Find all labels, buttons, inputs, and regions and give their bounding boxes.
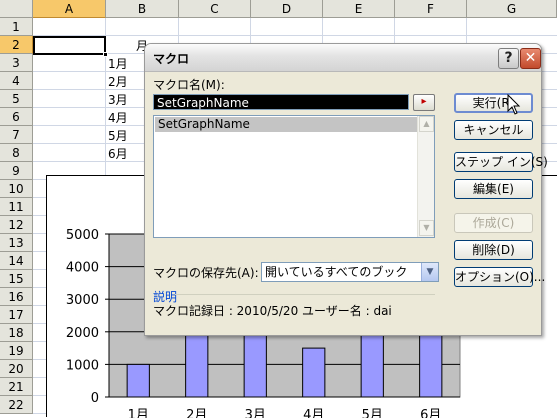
help-button[interactable]: ? (498, 48, 519, 69)
delete-button[interactable]: 削除(D) (454, 240, 533, 260)
macro-name-input[interactable]: SetGraphName (153, 94, 409, 110)
bar (419, 331, 443, 398)
mouse-pointer-icon (507, 94, 521, 115)
bar (302, 347, 326, 398)
close-button[interactable]: ✕ (520, 48, 541, 69)
store-location-select[interactable]: 開いているすべてのブック ▼ (261, 262, 439, 282)
row-header[interactable]: 6 (0, 108, 33, 126)
macro-dialog: マクロ ? ✕ マクロ名(M): SetGraphName ▸ SetGraph… (144, 43, 548, 336)
cancel-button[interactable]: キャンセル (454, 120, 533, 140)
cell-b5[interactable]: 3月 (108, 91, 128, 109)
row-header[interactable]: 20 (0, 360, 33, 378)
select-all-corner[interactable] (0, 0, 33, 18)
active-cell-a2[interactable] (33, 36, 108, 57)
store-location-value: 開いているすべてのブック (265, 265, 408, 279)
column-header-a[interactable]: A (33, 0, 106, 18)
description-text: マクロ記録日 : 2010/5/20 ユーザー名 : dai (153, 304, 392, 318)
macro-name-label: マクロ名(M): (153, 78, 225, 92)
column-header-f[interactable]: F (395, 0, 467, 18)
row-header[interactable]: 2 (0, 36, 33, 54)
cell-b8[interactable]: 6月 (108, 145, 128, 163)
cell-b6[interactable]: 4月 (108, 109, 128, 127)
bar (185, 331, 209, 398)
dialog-titlebar[interactable]: マクロ ? ✕ (145, 44, 541, 72)
options-button[interactable]: オプション(O)... (454, 267, 545, 287)
y-tick-label: 5000 (66, 228, 99, 243)
collapse-dialog-icon[interactable]: ▸ (413, 94, 435, 111)
y-tick-label: 0 (91, 391, 99, 406)
row-header[interactable]: 4 (0, 72, 33, 90)
row-header[interactable]: 11 (0, 198, 33, 216)
store-location-label: マクロの保存先(A): (153, 266, 259, 280)
row-header[interactable]: 9 (0, 162, 33, 180)
cell-b3[interactable]: 1月 (108, 55, 128, 73)
run-button[interactable]: 実行(R) (454, 93, 533, 113)
bar (126, 363, 150, 398)
row-header[interactable]: 5 (0, 90, 33, 108)
description-divider (175, 294, 435, 295)
row-header[interactable]: 7 (0, 126, 33, 144)
row-header[interactable]: 3 (0, 54, 33, 72)
row-header[interactable]: 1 (0, 18, 33, 36)
dialog-title: マクロ (153, 52, 190, 66)
row-header[interactable]: 16 (0, 288, 33, 306)
create-button[interactable]: 作成(C) (454, 213, 533, 233)
step-in-button[interactable]: ステップ イン(S) (454, 152, 548, 172)
chevron-down-icon[interactable]: ▼ (421, 263, 438, 281)
macro-list-item[interactable]: SetGraphName (155, 117, 417, 132)
bar (360, 331, 384, 398)
y-tick-label: 2000 (66, 326, 99, 341)
macro-list-scrollbar[interactable]: ▲ ▼ (417, 116, 434, 237)
y-tick-label: 1000 (66, 358, 99, 373)
row-header[interactable]: 12 (0, 216, 33, 234)
row-header[interactable]: 15 (0, 270, 33, 288)
y-tick-label: 3000 (66, 293, 99, 308)
bar (243, 331, 267, 398)
macro-list[interactable]: SetGraphName ▲ ▼ (153, 115, 435, 238)
edit-button[interactable]: 編集(E) (454, 179, 533, 199)
column-header-g[interactable]: G (467, 0, 557, 18)
row-header[interactable]: 22 (0, 396, 33, 414)
scroll-up-icon[interactable]: ▲ (419, 116, 434, 132)
row-header[interactable]: 19 (0, 342, 33, 360)
row-header[interactable]: 17 (0, 306, 33, 324)
row-header[interactable]: 13 (0, 234, 33, 252)
scroll-down-icon[interactable]: ▼ (419, 220, 434, 236)
cell-b7[interactable]: 5月 (108, 127, 128, 145)
cell-b4[interactable]: 2月 (108, 73, 128, 91)
column-header-d[interactable]: D (251, 0, 323, 18)
row-header[interactable]: 10 (0, 180, 33, 198)
row-header[interactable]: 21 (0, 378, 33, 396)
column-header-b[interactable]: B (106, 0, 179, 18)
column-header-e[interactable]: E (323, 0, 395, 18)
y-tick-label: 4000 (66, 261, 99, 276)
row-header[interactable]: 18 (0, 324, 33, 342)
row-header[interactable]: 8 (0, 144, 33, 162)
row-header[interactable]: 14 (0, 252, 33, 270)
column-header-c[interactable]: C (179, 0, 251, 18)
